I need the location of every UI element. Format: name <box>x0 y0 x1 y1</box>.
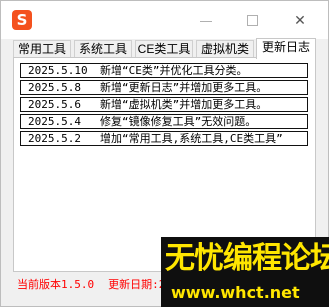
title-bar: S ✕ <box>1 1 328 39</box>
maximize-icon <box>247 15 258 26</box>
tab-system-tools[interactable]: 系统工具 <box>74 40 132 58</box>
changelog-text: 新增“更新日志”并增加更多工具。 <box>100 81 268 94</box>
changelog-date: 2025.5.2 <box>28 132 81 145</box>
app-window: S ✕ 常用工具 系统工具 CE类工具 虚拟机类 更新日志 2025.5.10 … <box>0 0 329 307</box>
changelog-date: 2025.5.10 <box>28 64 88 77</box>
tab-common-tools[interactable]: 常用工具 <box>13 40 71 58</box>
tab-bar: 常用工具 系统工具 CE类工具 虚拟机类 更新日志 <box>1 38 328 59</box>
changelog-list[interactable]: 2025.5.10 新增“CE类”并优化工具分类。 2025.5.8 新增“更新… <box>20 63 310 148</box>
changelog-date: 2025.5.4 <box>28 115 81 128</box>
status-line: 当前版本1.5.0 更新日期:20 <box>17 278 172 292</box>
list-item[interactable]: 2025.5.8 新增“更新日志”并增加更多工具。 <box>20 80 308 95</box>
changelog-date: 2025.5.6 <box>28 98 81 111</box>
list-item[interactable]: 2025.5.6 新增“虚拟机类”并增加更多工具。 <box>20 97 308 112</box>
close-icon: ✕ <box>294 13 306 29</box>
tab-vm-tools[interactable]: 虚拟机类 <box>196 40 254 58</box>
version-label: 当前版本1.5.0 <box>17 278 95 291</box>
sogou-app-icon: S <box>12 10 32 30</box>
tab-ce-tools[interactable]: CE类工具 <box>135 40 193 58</box>
minimize-button[interactable] <box>198 13 214 29</box>
changelog-text: 修复“镜像修复工具”无效问题。 <box>100 115 257 128</box>
changelog-text: 新增“CE类”并优化工具分类。 <box>100 64 248 77</box>
minimize-icon <box>200 21 212 22</box>
close-button[interactable]: ✕ <box>292 13 308 29</box>
changelog-text: 新增“虚拟机类”并增加更多工具。 <box>100 98 268 111</box>
changelog-text: 增加“常用工具,系统工具,CE类工具” <box>100 132 283 145</box>
watermark-title: 无忧编程论坛 <box>165 241 329 276</box>
list-item[interactable]: 2025.5.10 新增“CE类”并优化工具分类。 <box>20 63 308 78</box>
tab-changelog[interactable]: 更新日志 <box>256 38 316 59</box>
changelog-date: 2025.5.8 <box>28 81 81 94</box>
watermark-url: www.whct.net <box>171 283 300 302</box>
maximize-button[interactable] <box>245 13 261 29</box>
watermark-logo: 无忧编程论坛 www.whct.net <box>161 237 329 307</box>
list-item[interactable]: 2025.5.4 修复“镜像修复工具”无效问题。 <box>20 114 308 129</box>
list-item[interactable]: 2025.5.2 增加“常用工具,系统工具,CE类工具” <box>20 131 308 146</box>
